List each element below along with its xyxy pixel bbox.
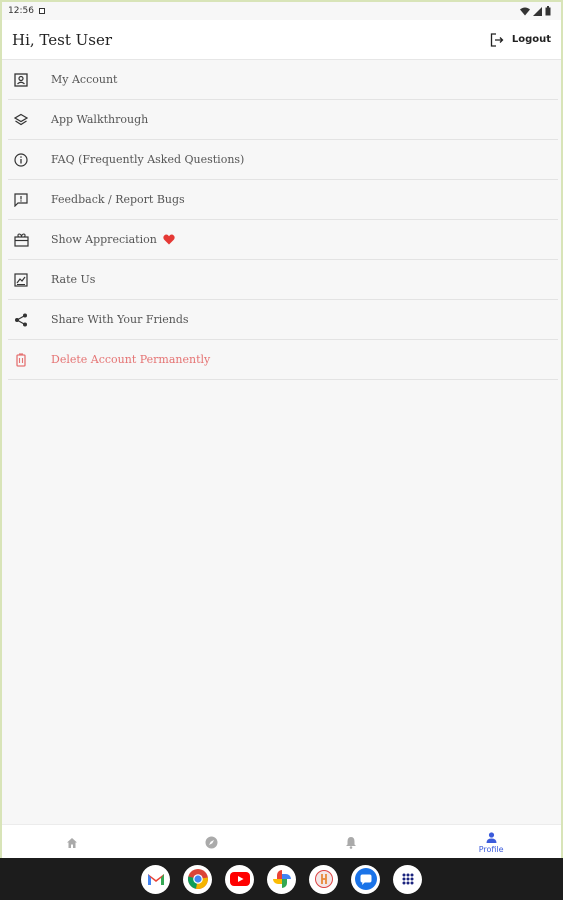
menu-item-faq[interactable]: FAQ (Frequently Asked Questions) bbox=[8, 140, 558, 180]
menu-item-label: Delete Account Permanently bbox=[51, 353, 211, 366]
signal-icon bbox=[533, 6, 542, 16]
menu-item-show-appreciation[interactable]: Show Appreciation bbox=[8, 220, 558, 260]
logout-label: Logout bbox=[511, 34, 551, 45]
share-icon bbox=[8, 313, 51, 327]
photos-app-icon[interactable] bbox=[267, 864, 296, 894]
status-time: 12:56 bbox=[8, 6, 34, 16]
menu-item-label: Show Appreciation bbox=[51, 233, 157, 246]
menu-item-label: Feedback / Report Bugs bbox=[51, 193, 185, 206]
heart-icon bbox=[163, 230, 175, 249]
nav-explore[interactable] bbox=[142, 825, 282, 858]
rate-icon bbox=[8, 272, 51, 287]
info-icon bbox=[8, 152, 51, 167]
system-dock bbox=[0, 858, 563, 900]
menu-item-label: Rate Us bbox=[51, 273, 96, 286]
nav-profile-label: Profile bbox=[478, 844, 504, 854]
nav-home[interactable] bbox=[2, 825, 142, 858]
feedback-icon bbox=[8, 192, 51, 207]
account-box-icon bbox=[8, 72, 51, 87]
youtube-app-icon[interactable] bbox=[225, 864, 254, 894]
menu-item-feedback[interactable]: Feedback / Report Bugs bbox=[8, 180, 558, 220]
chrome-app-icon[interactable] bbox=[183, 864, 212, 894]
status-bar: 12:56 bbox=[2, 2, 561, 20]
bell-icon bbox=[346, 837, 357, 849]
battery-icon bbox=[545, 6, 551, 16]
nav-profile[interactable]: Profile bbox=[421, 825, 561, 858]
bottom-navigation: Profile bbox=[2, 824, 561, 858]
nav-notifications[interactable] bbox=[282, 825, 422, 858]
app-drawer-icon[interactable] bbox=[393, 864, 422, 894]
gift-icon bbox=[8, 232, 51, 247]
menu-item-delete-account[interactable]: Delete Account Permanently bbox=[8, 340, 558, 380]
profile-menu: My Account App Walkthrough FAQ (Frequent… bbox=[8, 60, 558, 380]
greeting-title: Hi, Test User bbox=[12, 30, 113, 49]
menu-item-label: Share With Your Friends bbox=[51, 313, 189, 326]
app-screen: 12:56 Hi, Test User Logout My Account Ap… bbox=[2, 2, 561, 858]
layers-icon bbox=[8, 113, 51, 127]
notification-icon bbox=[38, 8, 45, 14]
home-icon bbox=[66, 837, 77, 848]
logout-icon bbox=[490, 32, 504, 47]
menu-item-share[interactable]: Share With Your Friends bbox=[8, 300, 558, 340]
messages-app-icon[interactable] bbox=[351, 864, 380, 894]
app-icon-orange[interactable] bbox=[309, 864, 338, 894]
menu-item-my-account[interactable]: My Account bbox=[8, 60, 558, 100]
app-header: Hi, Test User Logout bbox=[2, 20, 561, 60]
logout-button[interactable]: Logout bbox=[490, 32, 551, 47]
gmail-app-icon[interactable] bbox=[141, 864, 170, 894]
menu-item-label: App Walkthrough bbox=[51, 113, 149, 126]
menu-item-rate-us[interactable]: Rate Us bbox=[8, 260, 558, 300]
menu-item-label: FAQ (Frequently Asked Questions) bbox=[51, 153, 245, 166]
person-icon bbox=[486, 831, 497, 843]
compass-icon bbox=[205, 836, 218, 849]
delete-icon bbox=[8, 352, 51, 367]
menu-item-label: My Account bbox=[51, 73, 118, 86]
menu-item-app-walkthrough[interactable]: App Walkthrough bbox=[8, 100, 558, 140]
wifi-icon bbox=[520, 7, 530, 15]
